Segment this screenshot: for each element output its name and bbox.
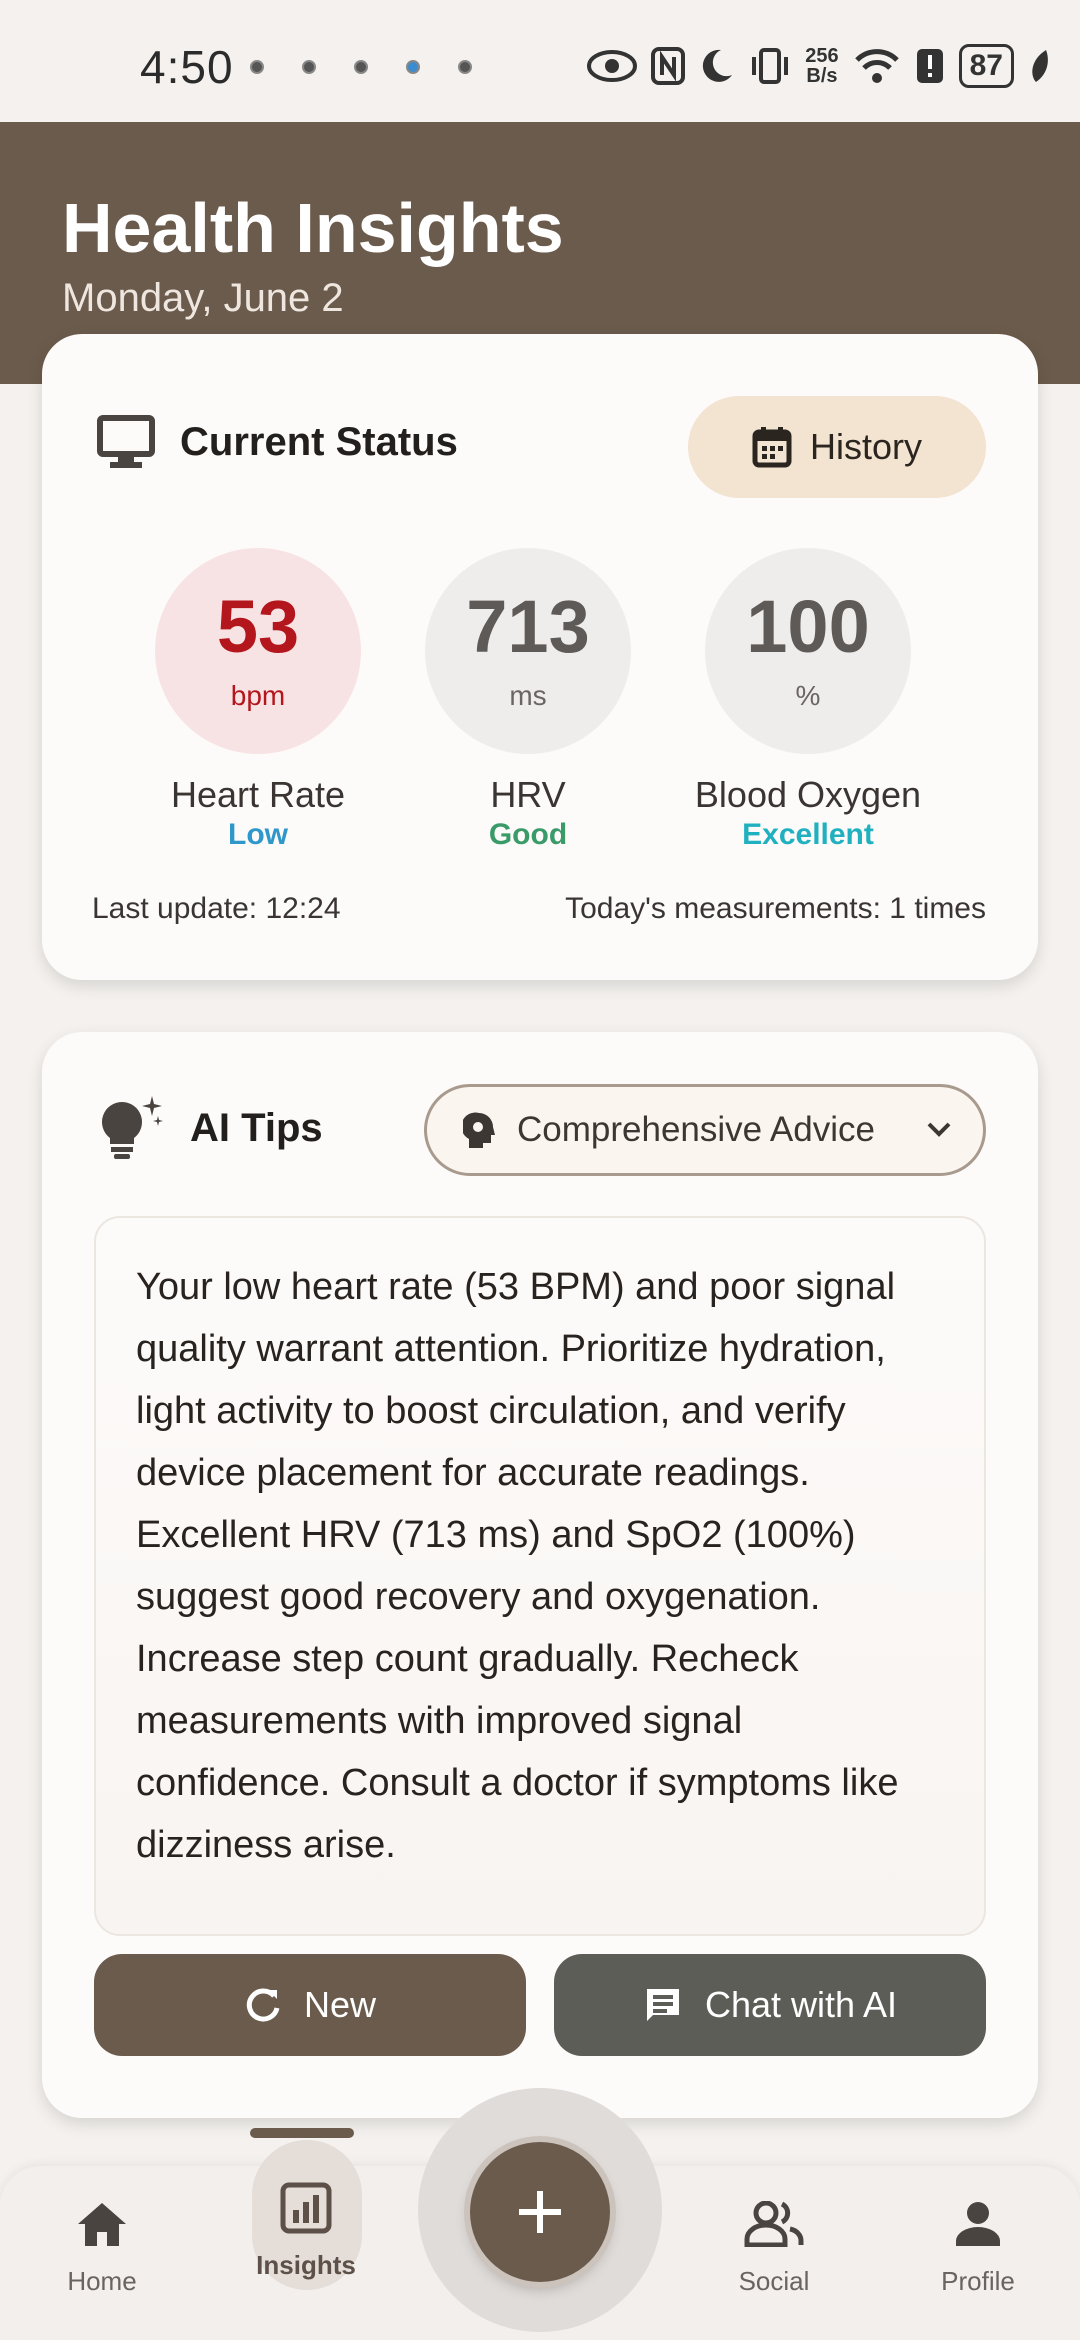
metric-blood-oxygen[interactable]: 100 % Blood Oxygen Excellent	[668, 548, 948, 852]
heart-rate-label: Heart Rate	[170, 774, 346, 815]
heart-rate-value: 53	[216, 585, 300, 668]
brain-head-icon	[463, 1112, 495, 1148]
leaf-icon	[1032, 50, 1048, 82]
insights-chart-icon	[280, 2182, 332, 2234]
status-time: 4:50	[140, 41, 234, 93]
heart-rate-state: Low	[228, 818, 288, 851]
moon-icon	[703, 49, 733, 82]
page-date: Monday, June 2	[62, 276, 344, 320]
nav-social[interactable]: Social	[694, 2196, 854, 2297]
person-icon	[956, 2202, 1000, 2246]
advice-text-box: Your low heart rate (53 BPM) and poor si…	[94, 1216, 986, 1936]
ai-tips-header: AI Tips	[96, 1094, 323, 1162]
notification-icon	[302, 60, 316, 74]
metric-heart-rate[interactable]: 53 bpm Heart Rate Low	[118, 548, 398, 852]
history-label: History	[809, 426, 922, 467]
chat-icon	[646, 1989, 679, 2021]
blood-oxygen-label: Blood Oxygen	[694, 774, 922, 815]
hrv-label: HRV	[490, 774, 566, 815]
hrv-value: 713	[466, 585, 590, 668]
hrv-circle: 713 ms	[425, 548, 631, 754]
nav-profile[interactable]: Profile	[898, 2196, 1058, 2297]
new-label: New	[303, 1984, 377, 2025]
advice-type-dropdown[interactable]: Comprehensive Advice	[424, 1084, 986, 1176]
ai-tips-title: AI Tips	[190, 1105, 323, 1150]
network-speed: 256 B/s	[805, 45, 839, 87]
add-button[interactable]	[470, 2142, 610, 2282]
blood-oxygen-unit: %	[795, 680, 821, 711]
status-bar: 4:50 256 B/s 87	[0, 0, 1080, 122]
refresh-icon	[246, 1988, 280, 2022]
nav-home-label: Home	[67, 2266, 137, 2296]
measurement-count: Today's measurements: 1 times	[565, 892, 986, 925]
home-icon	[78, 2203, 126, 2246]
metrics-row: 53 bpm Heart Rate Low 713 ms HRV Good 10…	[42, 548, 1038, 858]
vibrate-icon	[752, 48, 789, 84]
nav-insights[interactable]: Insights	[226, 2140, 386, 2290]
chat-label: Chat with AI	[704, 1984, 898, 2025]
calendar-icon	[752, 427, 792, 468]
blood-oxygen-circle: 100 %	[705, 548, 911, 754]
active-tab-indicator	[250, 2128, 354, 2138]
blood-oxygen-value: 100	[746, 585, 870, 668]
metric-hrv[interactable]: 713 ms HRV Good	[388, 548, 668, 852]
system-icons: 256 B/s 87	[587, 44, 1050, 88]
heart-rate-circle: 53 bpm	[155, 548, 361, 754]
new-advice-button[interactable]: New	[94, 1954, 526, 2056]
wifi-icon	[854, 49, 899, 83]
hrv-state: Good	[488, 818, 568, 851]
nav-home[interactable]: Home	[22, 2196, 182, 2297]
last-update: Last update: 12:24	[92, 892, 341, 925]
lightbulb-icon	[102, 1096, 163, 1159]
notification-icon	[458, 60, 472, 74]
blood-oxygen-state: Excellent	[742, 818, 874, 851]
advice-type-value: Comprehensive Advice	[517, 1110, 875, 1149]
page-title: Health Insights	[62, 189, 564, 267]
history-button[interactable]: History	[688, 396, 986, 498]
nfc-icon	[651, 47, 686, 85]
people-icon	[744, 2201, 804, 2247]
eye-icon	[587, 50, 638, 82]
current-status-card: Current Status History 53 bpm Heart Rate…	[42, 334, 1038, 980]
current-status-header: Current Status	[96, 414, 458, 470]
status-footer: Last update: 12:24 Today's measurements:…	[92, 892, 986, 926]
notification-icons	[250, 60, 472, 74]
heart-rate-unit: bpm	[230, 680, 286, 711]
hrv-unit: ms	[509, 680, 547, 711]
notification-icon	[406, 60, 420, 74]
notification-icon	[354, 60, 368, 74]
chevron-down-icon	[927, 1122, 951, 1137]
chat-with-ai-button[interactable]: Chat with AI	[554, 1954, 986, 2056]
alert-icon	[916, 49, 943, 83]
nav-profile-label: Profile	[941, 2266, 1015, 2296]
current-status-title: Current Status	[180, 419, 458, 464]
battery-indicator: 87	[958, 44, 1014, 88]
ai-tips-card: AI Tips Comprehensive Advice Your low he…	[42, 1032, 1038, 2118]
nav-insights-label: Insights	[256, 2250, 356, 2280]
nav-social-label: Social	[738, 2266, 810, 2296]
notification-icon	[250, 60, 264, 74]
plus-icon	[519, 2191, 561, 2233]
advice-text: Your low heart rate (53 BPM) and poor si…	[136, 1266, 899, 1866]
monitor-icon	[97, 415, 155, 468]
